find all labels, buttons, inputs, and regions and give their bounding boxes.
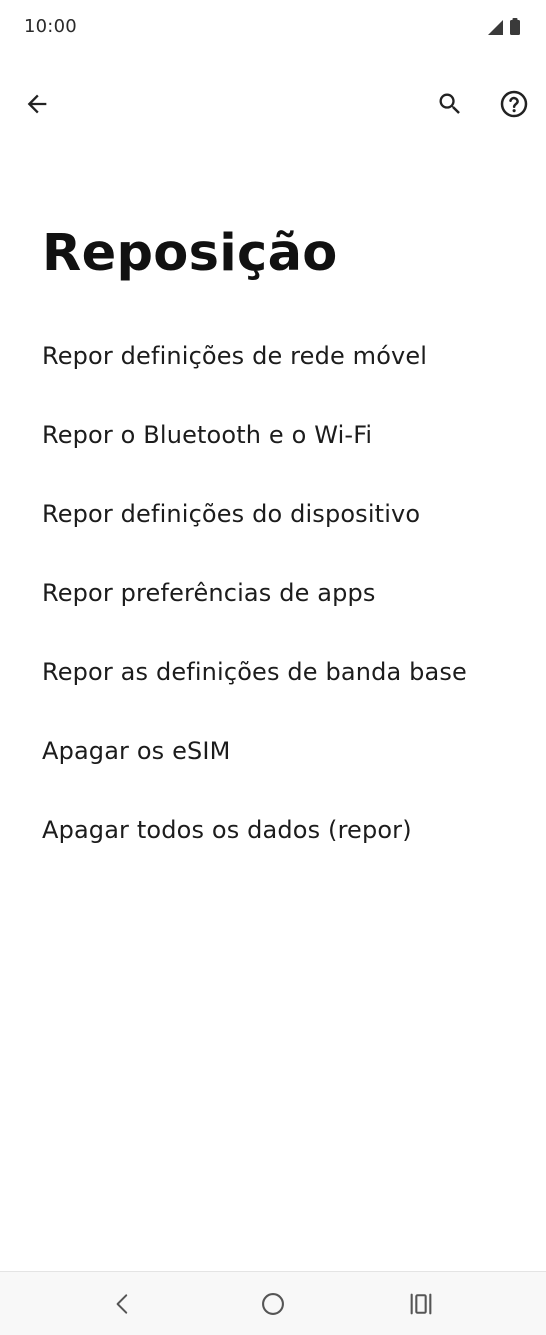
erase-esims-item[interactable]: Apagar os eSIM xyxy=(0,711,546,790)
back-button[interactable] xyxy=(13,80,61,128)
search-button[interactable] xyxy=(426,80,474,128)
reset-mobile-network-settings-item[interactable]: Repor definições de rede móvel xyxy=(0,316,546,395)
nav-recents-button[interactable] xyxy=(397,1280,445,1328)
nav-home-icon xyxy=(262,1293,284,1315)
menu-item-label: Repor o Bluetooth e o Wi-Fi xyxy=(42,420,373,449)
reset-bluetooth-wifi-item[interactable]: Repor o Bluetooth e o Wi-Fi xyxy=(0,395,546,474)
reset-device-settings-item[interactable]: Repor definições do dispositivo xyxy=(0,474,546,553)
menu-item-label: Repor as definições de banda base xyxy=(42,657,467,686)
menu-item-label: Apagar os eSIM xyxy=(42,736,231,765)
nav-recents-icon xyxy=(410,1293,432,1315)
page-title: Reposição xyxy=(42,224,338,283)
status-icons xyxy=(486,17,524,37)
nav-home-button[interactable] xyxy=(249,1280,297,1328)
help-button[interactable] xyxy=(490,80,538,128)
menu-item-label: Repor preferências de apps xyxy=(42,578,376,607)
search-icon xyxy=(439,93,460,114)
help-icon xyxy=(500,90,528,118)
back-arrow-icon xyxy=(27,94,47,114)
app-bar xyxy=(0,72,546,136)
status-icon-group xyxy=(488,18,520,35)
navigation-bar xyxy=(0,1271,546,1335)
nav-back-icon xyxy=(116,1294,128,1314)
status-bar: 10:00 xyxy=(0,0,546,56)
status-time: 10:00 xyxy=(24,16,77,37)
reset-baseband-settings-item[interactable]: Repor as definições de banda base xyxy=(0,632,546,711)
reset-options-list: Repor definições de rede móvel Repor o B… xyxy=(0,316,546,869)
menu-item-label: Apagar todos os dados (repor) xyxy=(42,815,412,844)
nav-back-button[interactable] xyxy=(99,1280,147,1328)
reset-app-preferences-item[interactable]: Repor preferências de apps xyxy=(0,553,546,632)
signal-icon xyxy=(488,20,503,35)
battery-icon xyxy=(510,18,520,35)
erase-all-data-item[interactable]: Apagar todos os dados (repor) xyxy=(0,790,546,869)
menu-item-label: Repor definições de rede móvel xyxy=(42,341,428,370)
menu-item-label: Repor definições do dispositivo xyxy=(42,499,421,528)
